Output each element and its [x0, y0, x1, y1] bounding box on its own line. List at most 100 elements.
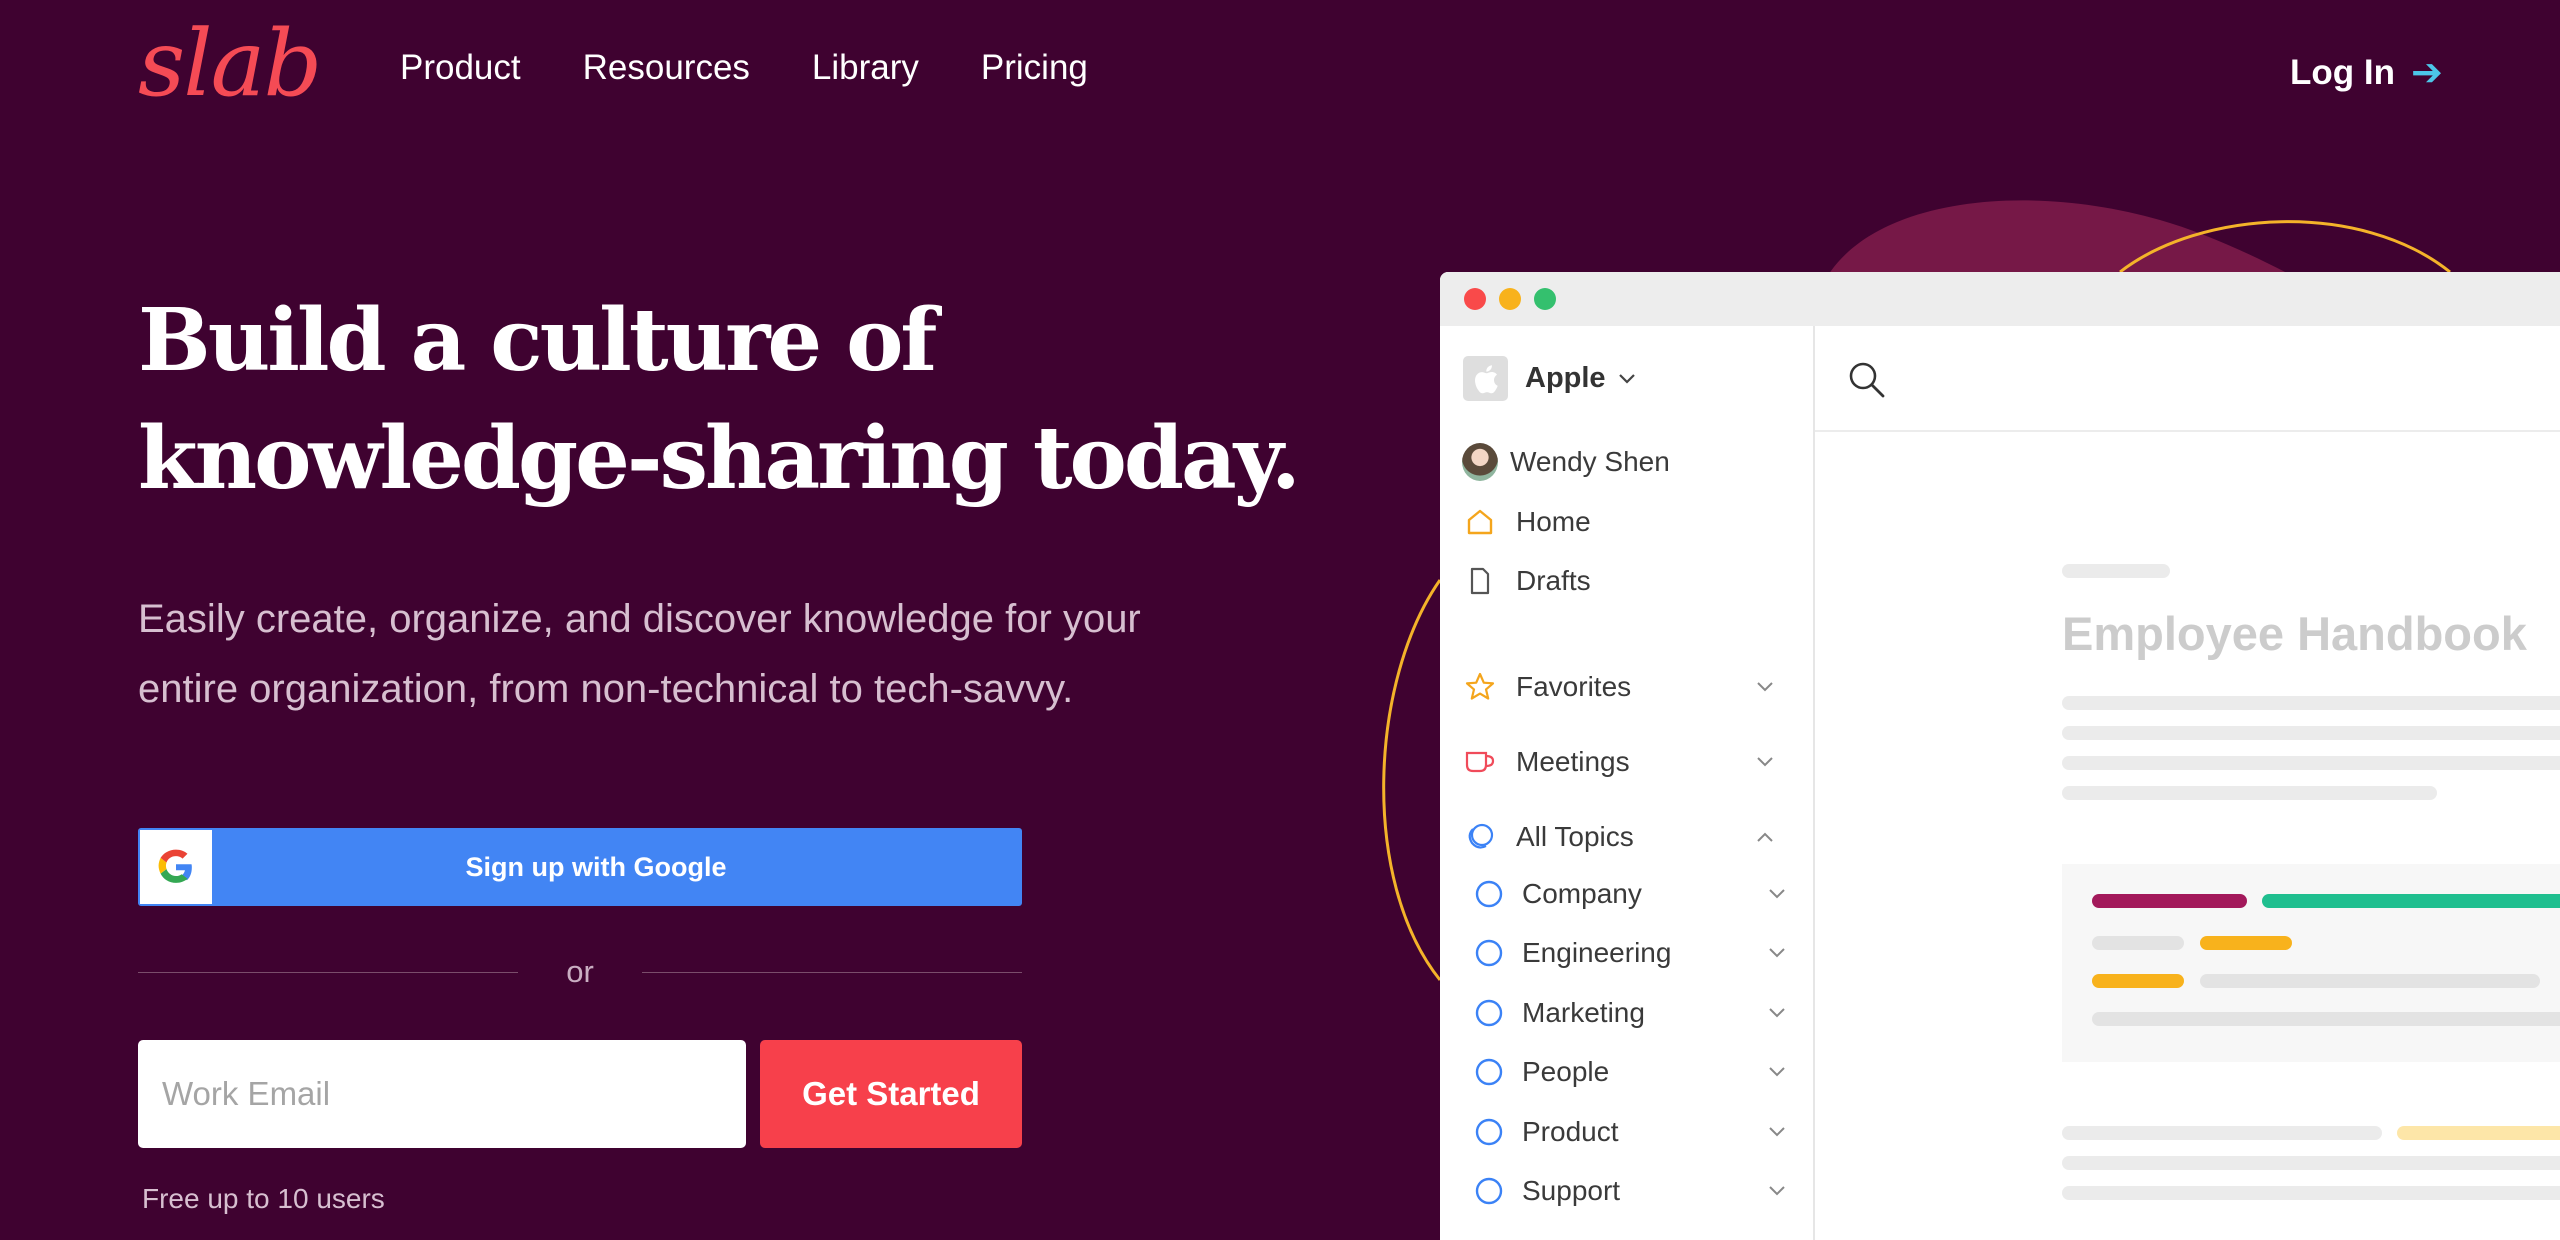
sidebar-label-all-topics: All Topics: [1516, 821, 1634, 852]
placeholder-line: [2062, 756, 2560, 770]
document-icon: [1462, 563, 1498, 599]
workspace-name: Apple: [1525, 362, 1606, 394]
sidebar-label-meetings: Meetings: [1516, 746, 1630, 777]
content-card: [2062, 864, 2560, 1062]
window-titlebar: [1440, 272, 2560, 326]
workspace-switcher[interactable]: Apple: [1463, 356, 1636, 401]
coffee-cup-icon: [1462, 744, 1498, 780]
topic-label: Marketing: [1522, 997, 1645, 1028]
chevron-down-icon[interactable]: [1768, 1007, 1786, 1019]
hero-title: Build a culture of knowledge-sharing tod…: [138, 282, 1301, 518]
placeholder-line: [2062, 1156, 2560, 1170]
sidebar-item-home[interactable]: Home: [1462, 504, 1591, 540]
topic-label: Support: [1522, 1175, 1621, 1206]
hero-title-line1: Build a culture of: [138, 290, 937, 391]
main-nav: Product Resources Library Pricing: [400, 48, 1088, 88]
sidebar-item-meetings[interactable]: Meetings: [1462, 744, 1802, 780]
chevron-down-icon[interactable]: [1756, 756, 1774, 768]
circle-icon: [1475, 939, 1503, 967]
app-preview-window: Apple Wendy Shen Home Drafts Favorites M…: [1440, 272, 2560, 1240]
sidebar-item-drafts[interactable]: Drafts: [1462, 563, 1591, 599]
app-sidebar: Apple Wendy Shen Home Drafts Favorites M…: [1440, 326, 1815, 1240]
search-icon[interactable]: [1847, 360, 1887, 405]
topics-icon: [1462, 819, 1498, 855]
work-email-input[interactable]: [138, 1040, 746, 1148]
topic-item-people[interactable]: People: [1474, 1056, 1802, 1088]
placeholder-line: [2062, 696, 2560, 710]
placeholder-line: [2062, 786, 2437, 800]
circle-icon: [1475, 1058, 1503, 1086]
divider-line: [642, 971, 1022, 973]
nav-item-library[interactable]: Library: [812, 48, 919, 88]
placeholder-bar-yellow: [2092, 974, 2184, 988]
login-link[interactable]: Log In ➔: [2290, 50, 2443, 95]
placeholder-line-highlight: [2397, 1126, 2560, 1140]
google-signup-label: Sign up with Google: [465, 851, 727, 882]
sidebar-label-favorites: Favorites: [1516, 671, 1632, 702]
chevron-down-icon[interactable]: [1768, 947, 1786, 959]
or-divider: or: [138, 952, 1022, 992]
hero-subtitle-line1: Easily create, organize, and discover kn…: [138, 597, 1141, 641]
topic-item-marketing[interactable]: Marketing: [1474, 997, 1802, 1029]
search-bar[interactable]: [1815, 326, 2560, 432]
placeholder-bar-yellow: [2200, 936, 2292, 950]
circle-icon: [1475, 1177, 1503, 1205]
login-label: Log In: [2290, 52, 2395, 92]
sidebar-label-drafts: Drafts: [1516, 565, 1591, 596]
home-icon: [1462, 504, 1498, 540]
google-icon: [140, 830, 212, 904]
avatar: [1462, 443, 1498, 481]
circle-icon: [1475, 999, 1503, 1027]
google-signup-button[interactable]: Sign up with Google: [138, 828, 1022, 906]
placeholder-line: [2062, 564, 2170, 578]
chevron-down-icon[interactable]: [1768, 1066, 1786, 1078]
topic-label: Engineering: [1522, 937, 1672, 968]
arrow-right-icon: ➔: [2410, 52, 2443, 94]
user-name: Wendy Shen: [1510, 446, 1670, 477]
chevron-down-icon[interactable]: [1768, 1126, 1786, 1138]
placeholder-bar: [2200, 974, 2540, 988]
nav-item-resources[interactable]: Resources: [583, 48, 750, 88]
window-minimize-dot: [1499, 288, 1521, 310]
free-users-note: Free up to 10 users: [142, 1183, 385, 1214]
topic-item-engineering[interactable]: Engineering: [1474, 937, 1802, 969]
placeholder-line: [2062, 1126, 2382, 1140]
placeholder-line: [2062, 726, 2560, 740]
or-text: or: [566, 954, 594, 989]
chevron-down-icon[interactable]: [1768, 1185, 1786, 1197]
topic-label: Product: [1522, 1116, 1619, 1147]
window-close-dot: [1464, 288, 1486, 310]
chevron-up-icon[interactable]: [1756, 831, 1774, 843]
chevron-down-icon: [1618, 373, 1635, 384]
get-started-button[interactable]: Get Started: [760, 1040, 1022, 1148]
slab-logo[interactable]: slab: [138, 18, 322, 110]
star-icon: [1462, 669, 1498, 705]
hero-subtitle: Easily create, organize, and discover kn…: [138, 584, 1258, 724]
placeholder-line: [2062, 1186, 2560, 1200]
document-title: Employee Handbook: [2062, 607, 2527, 660]
topic-label: People: [1522, 1056, 1610, 1087]
circle-icon: [1475, 1118, 1503, 1146]
window-zoom-dot: [1534, 288, 1556, 310]
nav-item-pricing[interactable]: Pricing: [981, 48, 1088, 88]
hero-subtitle-line2: entire organization, from non-technical …: [138, 667, 1074, 711]
divider-line: [138, 971, 518, 973]
hero-title-line2: knowledge-sharing today.: [138, 408, 1301, 509]
sidebar-label-home: Home: [1516, 506, 1591, 537]
decorative-curve-left: [1382, 579, 1442, 981]
sidebar-item-all-topics[interactable]: All Topics: [1462, 819, 1802, 855]
topic-label: Company: [1522, 878, 1642, 909]
placeholder-bar: [2092, 1012, 2560, 1026]
circle-icon: [1475, 880, 1503, 908]
document-pane: Employee Handbook: [1815, 326, 2560, 1240]
apple-logo-icon: [1463, 356, 1508, 401]
topic-item-company[interactable]: Company: [1474, 878, 1802, 910]
chevron-down-icon[interactable]: [1768, 888, 1786, 900]
nav-item-product[interactable]: Product: [400, 48, 521, 88]
topic-item-support[interactable]: Support: [1474, 1175, 1802, 1207]
topic-item-product[interactable]: Product: [1474, 1116, 1802, 1148]
placeholder-bar-magenta: [2092, 894, 2247, 908]
chevron-down-icon[interactable]: [1756, 681, 1774, 693]
sidebar-item-user[interactable]: Wendy Shen: [1462, 443, 1670, 481]
sidebar-item-favorites[interactable]: Favorites: [1462, 669, 1802, 705]
